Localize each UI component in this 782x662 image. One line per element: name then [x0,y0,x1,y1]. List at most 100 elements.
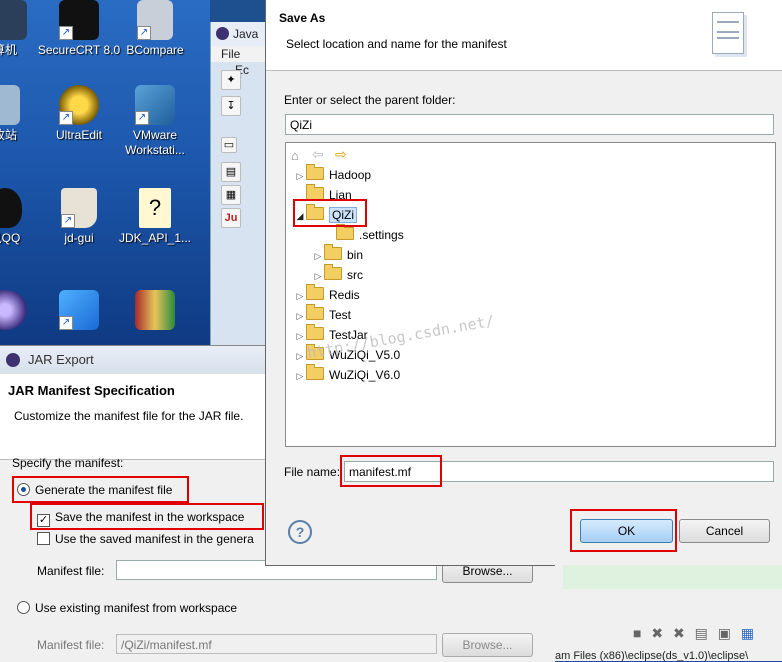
specify-manifest-label: Specify the manifest: [12,456,124,470]
tree-item-wuziqi-v6[interactable]: ▷ WuZiQi_V6.0 [294,364,401,385]
expand-icon[interactable]: ▷ [294,307,306,325]
open-type-icon[interactable]: ↧ [221,96,241,116]
radio-selected [17,483,30,496]
new-icon[interactable]: ✦ [221,70,241,90]
desktop-icon-label: 讯QQ [0,231,21,245]
collapse-icon[interactable]: ◢ [294,207,306,225]
use-existing-manifest-radio[interactable]: Use existing manifest from workspace [17,601,237,615]
tree-item-label: .settings [359,228,404,242]
home-icon[interactable]: ⌂ [291,148,299,163]
save-as-dialog: Save As Select location and name for the… [265,0,782,566]
manifest-file-label: Manifest file: [37,564,105,578]
package-explorer-icon[interactable]: ▤ [221,162,241,182]
desktop-icon-label: UltraEdit [55,128,102,142]
tree-item-label: Lian [329,188,352,202]
clear-console-icon[interactable]: ▤ [695,625,708,641]
expand-icon[interactable]: ▷ [294,167,306,185]
folder-icon [306,164,324,180]
folder-icon [306,324,324,340]
parent-folder-input[interactable]: QiZi [285,114,774,135]
save-as-subtitle: Select location and name for the manifes… [286,37,507,51]
manifest-file-field-2: /QiZi/manifest.mf [116,634,437,654]
folder-icon [306,364,324,380]
use-saved-manifest-label: Use the saved manifest in the genera [55,532,254,546]
jar-export-title: JAR Export [28,352,94,367]
tree-item-lian[interactable]: Lian [294,184,352,204]
tree-item-redis[interactable]: ▷ Redis [294,284,360,305]
folder-icon [306,184,324,200]
checkbox-checked: ✓ [37,514,50,527]
eclipse-icon [216,27,229,40]
expand-icon[interactable]: ▷ [312,267,324,285]
save-as-header: Save As Select location and name for the… [266,0,782,71]
file-name-input[interactable]: manifest.mf [344,461,774,482]
vmware-icon: ↗ [135,85,175,125]
tree-item-label: Hadoop [329,168,372,182]
help-icon[interactable]: ? [288,520,312,544]
menu-file[interactable]: File [221,47,240,61]
console-path-text: am Files (x86)\eclipse(ds_v1.0)\eclipse\ [555,650,749,662]
help-document-icon: ? [139,188,171,228]
tree-item-hadoop[interactable]: ▷ Hadoop [294,164,372,185]
parent-folder-label: Enter or select the parent folder: [284,93,456,107]
tree-item-settings[interactable]: .settings [324,224,404,244]
eclipse-icon [6,353,20,367]
browse-button-2: Browse... [442,633,533,657]
back-arrow-icon[interactable]: ⇦ [312,146,324,163]
terminate-icon[interactable]: ■ [633,625,641,641]
generate-manifest-radio[interactable]: Generate the manifest file [17,483,172,497]
ok-button[interactable]: OK [580,519,673,543]
remove-all-icon[interactable]: ✖ [673,625,685,641]
winrar-archive-icon [135,290,175,330]
ultraedit-icon: ↗ [59,85,99,125]
minimize-view-icon[interactable]: ▭ [221,137,237,153]
junit-icon[interactable]: Ju [221,208,241,228]
tree-item-test[interactable]: ▷ Test [294,304,351,325]
desktop-icon-jdk-api[interactable]: ? JDK_API_1... [110,188,200,246]
checkbox-unchecked [37,532,50,545]
desktop-icon-label: BCompare [126,43,184,57]
recycle-bin-icon [0,85,20,125]
tree-item-bin[interactable]: ▷ bin [312,244,363,265]
folder-icon [306,304,324,320]
forward-arrow-icon[interactable]: ⇨ [335,146,347,163]
scroll-lock-icon[interactable]: ▣ [718,625,731,641]
folder-icon [306,284,324,300]
page-title: JAR Manifest Specification [8,383,175,398]
save-as-title: Save As [279,11,326,25]
page-description: Customize the manifest file for the JAR … [14,409,244,423]
eclipse-menubar: File Ec [211,46,271,77]
eclipse-window: Java File Ec ✦ ↧ ▭ ▤ ▦ Ju [210,22,271,347]
expand-icon[interactable]: ▷ [294,367,306,385]
expand-icon[interactable]: ▷ [294,327,306,345]
eclipse-icon [0,290,27,330]
desktop-icon-vmware[interactable]: ↗ VMware Workstati... [110,85,200,158]
pin-console-icon[interactable]: ▦ [741,625,754,641]
tree-item-qizi[interactable]: ◢ QiZi [294,204,357,225]
tree-item-label: Redis [329,288,360,302]
qq-penguin-icon [0,188,22,228]
desktop-icon-label: 算机 [0,43,17,57]
tree-item-src[interactable]: ▷ src [312,264,363,285]
desktop: 算机 ↗ SecureCRT 8.0 ↗ BCompare 收站 ↗ Ultra… [0,0,210,345]
file-name-label: File name: [284,465,341,479]
remove-icon[interactable]: ✖ [651,625,663,641]
expand-icon[interactable]: ▷ [294,287,306,305]
cancel-button[interactable]: Cancel [679,519,770,543]
use-saved-manifest-checkbox[interactable]: Use the saved manifest in the genera [37,532,254,546]
eclipse-title-tab[interactable]: Java [211,22,271,46]
desktop-icon-bcompare[interactable]: ↗ BCompare [110,0,200,58]
save-manifest-label: Save the manifest in the workspace [55,510,245,524]
tree-item-label: WuZiQi_V6.0 [329,368,401,382]
radio-unselected [17,601,30,614]
expand-icon[interactable]: ▷ [312,247,324,265]
folder-open-icon [306,204,324,220]
eclipse-title: Java [233,27,259,41]
expand-icon[interactable]: ▷ [294,347,306,365]
bcompare-icon: ↗ [137,0,173,40]
desktop-icon-label: SecureCRT 8.0 [37,43,121,57]
hierarchy-icon[interactable]: ▦ [221,185,241,205]
desktop-icon-winrar[interactable] [110,290,200,333]
save-manifest-checkbox[interactable]: ✓ Save the manifest in the workspace [37,510,244,527]
console-area [563,565,782,589]
